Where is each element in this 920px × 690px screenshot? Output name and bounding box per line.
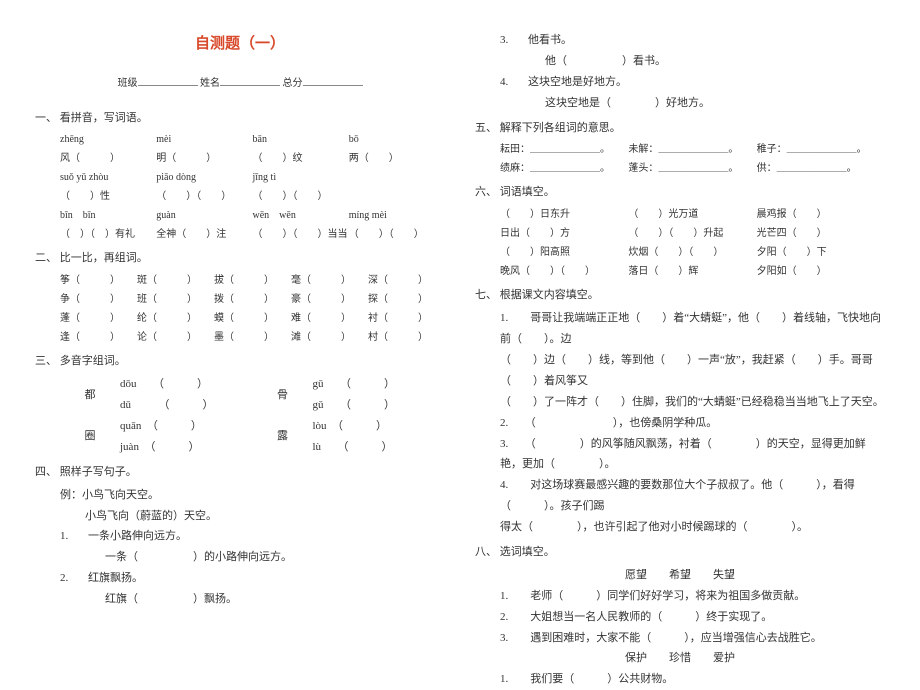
compare-row: 筝（ ）斑（ ）拔（ ）毫（ ）深（ ） <box>35 271 445 290</box>
choice-item: 3. 遇到困难时，大家不能（ ），应当增强信心去战胜它。 <box>475 628 885 649</box>
answer-row: （ ）（ ）有礼全神（ ）注（ ）（ ）当当（ ）（ ） <box>35 225 445 244</box>
item-2-answer: 红旗（ ）飘扬。 <box>35 589 445 610</box>
right-column: 3.他看书。 他（ ）看书。 4.这块空地是好地方。 这块空地是（ ）好地方。 … <box>460 30 900 654</box>
left-column: 自测题（一） 班级 姓名 总分 一、 看拼音，写词语。 zhēngmèibānb… <box>20 30 460 654</box>
section-2-heading: 二、 比一比，再组词。 <box>35 248 445 269</box>
text-line: 4. 对这场球赛最感兴趣的要数那位大个子叔叔了。他（ ），看得（ ）。孩子们踢 <box>475 475 885 517</box>
text-line: 得太（ ），也许引起了他对小时候踢球的（ ）。 <box>475 517 885 538</box>
section-7-heading: 七、 根据课文内容填空。 <box>475 285 885 306</box>
polyphonic-row: 圈 quān （ ）juàn （ ） 露 lòu （ ）lù （ ） <box>35 416 445 458</box>
item-2: 2.红旗飘扬。 <box>35 568 445 589</box>
section-3-heading: 三、 多音字组词。 <box>35 351 445 372</box>
item-4: 4.这块空地是好地方。 <box>475 72 885 93</box>
word-choices: 愿望 希望 失望 <box>475 565 885 586</box>
example-line: 小鸟飞向（蔚蓝的）天空。 <box>35 506 445 527</box>
example-label: 例：小鸟飞向天空。 <box>35 485 445 506</box>
explain-row: 绩麻：＿＿＿＿＿＿＿。蓬头：＿＿＿＿＿＿＿。供：＿＿＿＿＿＿＿。 <box>475 159 885 178</box>
section-6-heading: 六、 词语填空。 <box>475 182 885 203</box>
fill-row: （ ）日东升（ ）光万道晨鸡报（ ） <box>475 205 885 224</box>
polyphonic-row: 都 dōu （ ）dū （ ） 骨 gū （ ）gǔ （ ） <box>35 374 445 416</box>
pinyin-row: suǒ yǔ zhòupiāo dòngjīng tì <box>35 168 445 187</box>
explain-row: 耘田：＿＿＿＿＿＿＿。未解：＿＿＿＿＿＿＿。稚子：＿＿＿＿＿＿＿。 <box>475 140 885 159</box>
item-1-answer: 一条（ ）的小路伸向远方。 <box>35 547 445 568</box>
fill-row: （ ）阳高照炊烟（ ）（ ）夕阳（ ）下 <box>475 243 885 262</box>
item-1: 1.一条小路伸向远方。 <box>35 526 445 547</box>
section-5-heading: 五、 解释下列各组词的意思。 <box>475 118 885 139</box>
pinyin-row: zhēngmèibānbō <box>35 130 445 149</box>
answer-row: （ ）性（ ）（ ）（ ）（ ） <box>35 187 445 206</box>
choice-item: 1. 我们要（ ）公共财物。 <box>475 669 885 690</box>
score-label: 总分 <box>283 78 303 89</box>
header-fields: 班级 姓名 总分 <box>35 74 445 93</box>
choice-item: 1. 老师（ ）同学们好好学习，将来为祖国多做贡献。 <box>475 586 885 607</box>
text-line: （ ）边（ ）线，等到他（ ）一声“放”，我赶紧（ ）手。哥哥（ ）着风筝又 <box>475 350 885 392</box>
section-1-heading: 一、 看拼音，写词语。 <box>35 108 445 129</box>
text-line: （ ）了一阵才（ ）住脚，我们的“大蜻蜓”已经稳稳当当地飞上了天空。 <box>475 392 885 413</box>
pinyin-row: bīn bīnguànwēn wēnmíng mèi <box>35 206 445 225</box>
class-label: 班级 <box>118 78 138 89</box>
compare-row: 蓬（ ）纶（ ）蟆（ ）难（ ）衬（ ） <box>35 309 445 328</box>
fill-row: 日出（ ）方（ ）（ ）升起光芒四（ ） <box>475 224 885 243</box>
text-line: 1. 哥哥让我端端正正地（ ）着“大蜻蜓”，他（ ）着线轴，飞快地向前（ ）。边 <box>475 308 885 350</box>
choice-item: 2. 大姐想当一名人民教师的（ ）终于实现了。 <box>475 607 885 628</box>
section-4-heading: 四、 照样子写句子。 <box>35 462 445 483</box>
name-label: 姓名 <box>200 78 220 89</box>
item-3-answer: 他（ ）看书。 <box>475 51 885 72</box>
page-title: 自测题（一） <box>35 30 445 59</box>
compare-row: 逢（ ）论（ ）墨（ ）滩（ ）村（ ） <box>35 328 445 347</box>
item-4-answer: 这块空地是（ ）好地方。 <box>475 93 885 114</box>
item-3: 3.他看书。 <box>475 30 885 51</box>
section-8-heading: 八、 选词填空。 <box>475 542 885 563</box>
answer-row: 风（ ）明（ ）（ ）纹两（ ） <box>35 149 445 168</box>
compare-row: 争（ ）班（ ）拨（ ）豪（ ）探（ ） <box>35 290 445 309</box>
fill-row: 晚风（ ）（ ）落日（ ）辉夕阳如（ ） <box>475 262 885 281</box>
word-choices: 保护 珍惜 爱护 <box>475 648 885 669</box>
text-line: 3. （ ）的风筝随风飘荡，衬着（ ）的天空，显得更加鲜艳，更加（ ）。 <box>475 434 885 476</box>
text-line: 2. （ ），也傍桑阴学种瓜。 <box>475 413 885 434</box>
